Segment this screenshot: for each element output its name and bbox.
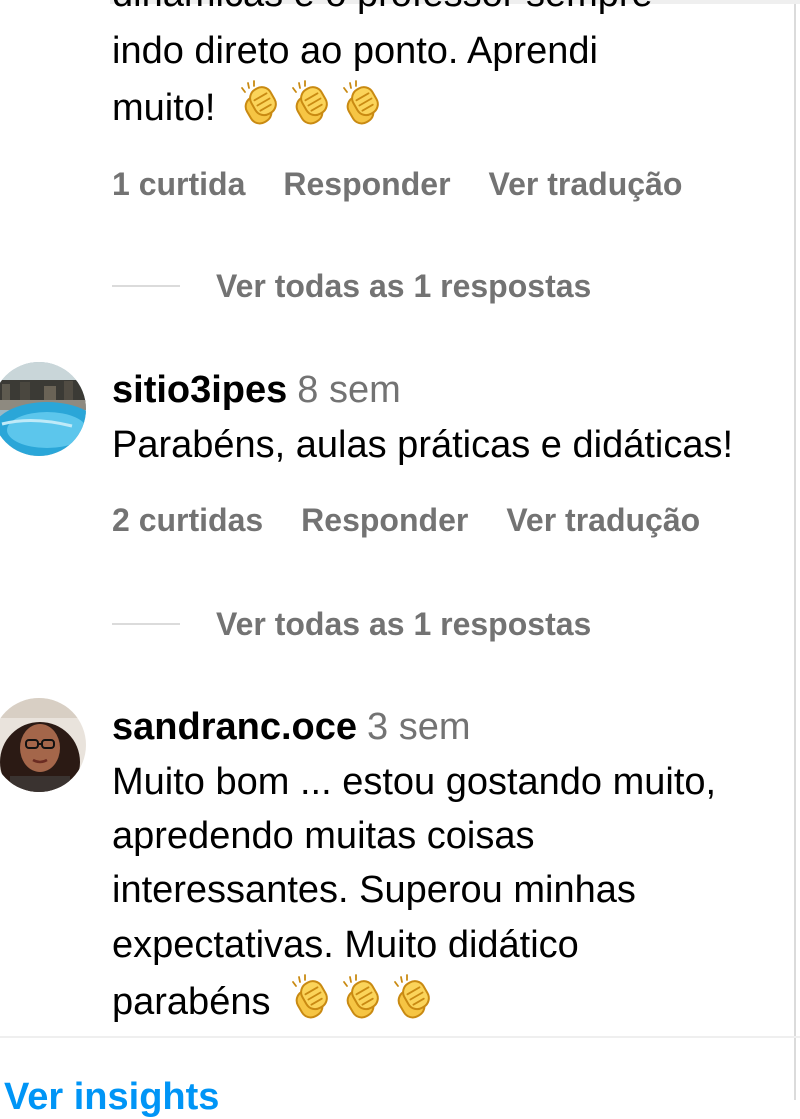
- view-insights-link[interactable]: Ver insights: [4, 1075, 219, 1119]
- comment-1-translate-button[interactable]: Ver tradução: [489, 164, 683, 204]
- comment-2-reply-button[interactable]: Responder: [301, 500, 468, 540]
- comment-3-time[interactable]: 3 sem: [367, 706, 470, 748]
- comment-1-reply-button[interactable]: Responder: [283, 164, 450, 204]
- comment-2-view-replies-label[interactable]: Ver todas as 1 respostas: [216, 604, 591, 644]
- panel-right-border: [794, 0, 796, 1100]
- clapping-hands-icon: [287, 78, 335, 142]
- replies-divider-line: [112, 623, 180, 625]
- comment-2-likes[interactable]: 2 curtidas: [112, 500, 263, 540]
- comment-3-text-line-4: expectativas. Muito didático: [112, 924, 579, 966]
- clapping-hands-icon: [389, 972, 437, 1036]
- clapping-hands-icon: [338, 972, 386, 1036]
- clapping-hands-icon: [338, 78, 386, 142]
- clapping-hands-icon: [287, 972, 335, 1036]
- comment-2-username[interactable]: sitio3ipes: [112, 369, 287, 411]
- comment-2-view-replies[interactable]: Ver todas as 1 respostas: [112, 604, 591, 644]
- comment-2-header: sitio3ipes 8 sem: [112, 368, 401, 412]
- comment-3-text-line-2: apredendo muitas coisas: [112, 815, 535, 857]
- comment-3-text-line-3: interessantes. Superou minhas: [112, 869, 636, 911]
- comment-1-text-clipped: dinâmicas e o professor sempre: [112, 0, 653, 14]
- comment-3-text-line-1: Muito bom ... estou gostando muito,: [112, 761, 717, 803]
- comment-1-view-replies[interactable]: Ver todas as 1 respostas: [112, 266, 591, 306]
- replies-divider-line: [112, 285, 180, 287]
- comment-1-actions: 1 curtida Responder Ver tradução: [112, 164, 682, 204]
- comment-2-time[interactable]: 8 sem: [297, 369, 400, 411]
- comment-1-text-line-2-wrap: muito!: [112, 78, 389, 142]
- comment-1-view-replies-label[interactable]: Ver todas as 1 respostas: [216, 266, 591, 306]
- comment-2-actions: 2 curtidas Responder Ver tradução: [112, 500, 700, 540]
- comment-2-text: Parabéns, aulas práticas e didáticas!: [112, 424, 734, 466]
- sitio3ipes-avatar[interactable]: [0, 362, 86, 456]
- footer-separator: [0, 1036, 800, 1038]
- comment-1-text-line-2: muito!: [112, 87, 216, 129]
- comment-3-header: sandranc.oce 3 sem: [112, 705, 470, 749]
- comment-3-text-line-5-wrap: parabéns: [112, 972, 440, 1036]
- comment-2-translate-button[interactable]: Ver tradução: [506, 500, 700, 540]
- comment-1-text-line-1: indo direto ao ponto. Aprendi: [112, 30, 598, 72]
- clapping-hands-icon: [236, 78, 284, 142]
- comment-1-likes[interactable]: 1 curtida: [112, 164, 245, 204]
- comment-3-username[interactable]: sandranc.oce: [112, 706, 357, 748]
- sandranc-oce-avatar[interactable]: [0, 698, 86, 792]
- comment-3-text-line-5: parabéns: [112, 981, 271, 1023]
